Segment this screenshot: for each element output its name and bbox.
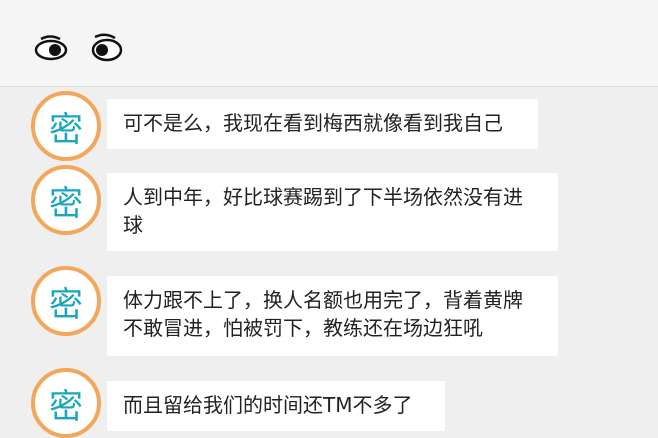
message-bubble: 可不是么，我现在看到梅西就像看到我自己 — [107, 99, 538, 149]
message-text: 而且留给我们的时间还TM不多了 — [123, 393, 413, 417]
message-text: 可不是么，我现在看到梅西就像看到我自己 — [123, 111, 503, 135]
avatar[interactable]: 密 — [31, 266, 101, 336]
avatar-text: 密 — [49, 109, 83, 150]
message-bubble: 体力跟不上了，换人名额也用完了，背着黄牌不敢冒进，怕被罚下，教练还在场边狂吼 — [107, 276, 558, 356]
avatar[interactable]: 密 — [31, 165, 101, 235]
avatar-text: 密 — [49, 386, 83, 427]
message-bubble: 而且留给我们的时间还TM不多了 — [107, 381, 445, 431]
chat-header — [0, 0, 658, 87]
avatar-text: 密 — [49, 284, 83, 325]
eyes-icon — [34, 33, 123, 62]
avatar[interactable]: 密 — [31, 91, 101, 161]
avatar[interactable]: 密 — [31, 368, 101, 438]
avatar-text: 密 — [49, 183, 83, 224]
message-text: 人到中年，好比球赛踢到了下半场依然没有进球 — [123, 185, 523, 237]
message-bubble: 人到中年，好比球赛踢到了下半场依然没有进球 — [107, 173, 558, 251]
message-text: 体力跟不上了，换人名额也用完了，背着黄牌不敢冒进，怕被罚下，教练还在场边狂吼 — [123, 288, 523, 340]
